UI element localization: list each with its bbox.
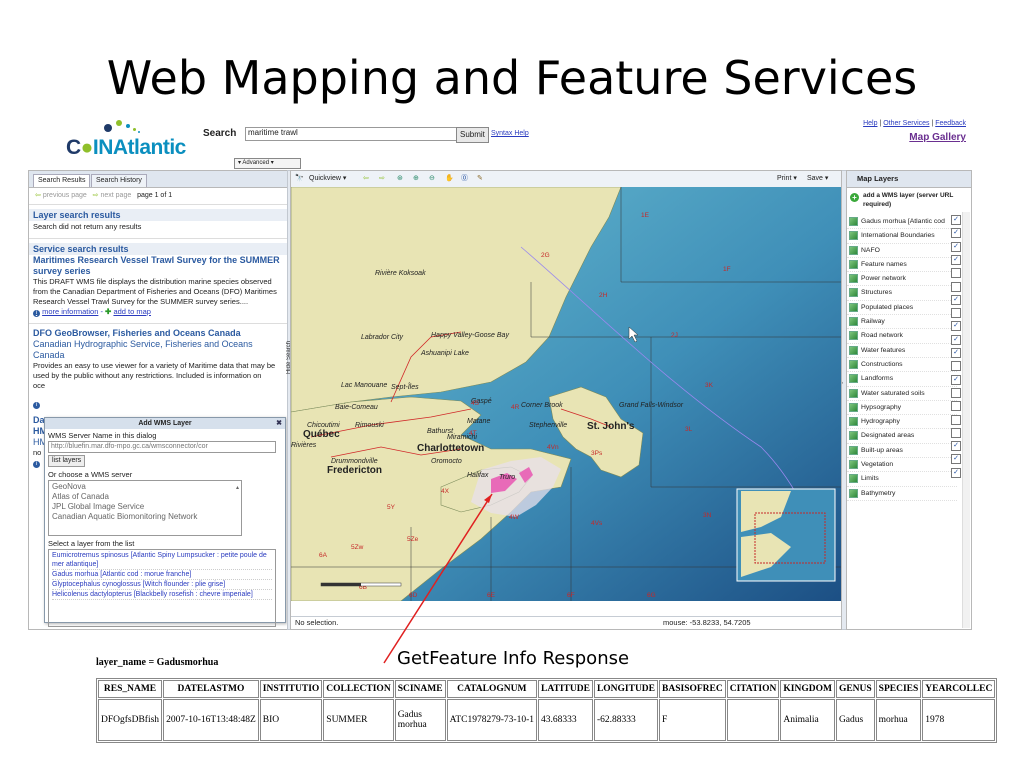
table-cell (726, 699, 780, 741)
column-header: LONGITUDE (593, 680, 659, 698)
table-cell: Animalia (780, 699, 835, 741)
column-header: INSTITUTIO (259, 680, 323, 698)
column-header: YEARCOLLEC (922, 680, 996, 698)
table-cell: BIO (259, 699, 323, 741)
table-cell: ATC1978279-73-10-1 (446, 699, 538, 741)
column-header: KINGDOM (780, 680, 835, 698)
column-header: LATITUDE (538, 680, 593, 698)
layer-name-label: layer_name = Gadusmorhua (96, 657, 219, 668)
annotation-arrow (383, 493, 493, 664)
column-header: RES_NAME (98, 680, 163, 698)
column-header: SCINAME (394, 680, 446, 698)
table-cell: Gadus morhua (394, 699, 446, 741)
table-cell: 43.68333 (538, 699, 593, 741)
table-cell: 1978 (922, 699, 996, 741)
column-header: COLLECTION (323, 680, 394, 698)
column-header: BASISOFREC (659, 680, 726, 698)
table-cell: F (659, 699, 726, 741)
column-header: DATELASTMO (163, 680, 259, 698)
column-header: GENUS (835, 680, 875, 698)
column-header: SPECIES (875, 680, 922, 698)
table-cell: -62.88333 (593, 699, 659, 741)
table-row: DFOgfsDBfish 2007-10-16T13:48:48Z BIO SUMME… (98, 699, 996, 741)
table-cell: DFOgfsDBfish (98, 699, 163, 741)
feature-info-table: RES_NAME DATELASTMO INSTITUTIO COLLECTION SC… (96, 678, 998, 743)
table-cell: 2007-10-16T13:48:48Z (163, 699, 259, 741)
column-header: CATALOGNUM (446, 680, 538, 698)
annotation-label: GetFeature Info Response (397, 648, 630, 669)
table-cell: Gadus (835, 699, 875, 741)
column-header: CITATION (726, 680, 780, 698)
table-cell: SUMMER (323, 699, 394, 741)
table-header-row: RES_NAME DATELASTMO INSTITUTIO COLLECTION SC… (98, 680, 996, 698)
arrow-head-icon (484, 494, 492, 503)
table-cell: morhua (875, 699, 922, 741)
